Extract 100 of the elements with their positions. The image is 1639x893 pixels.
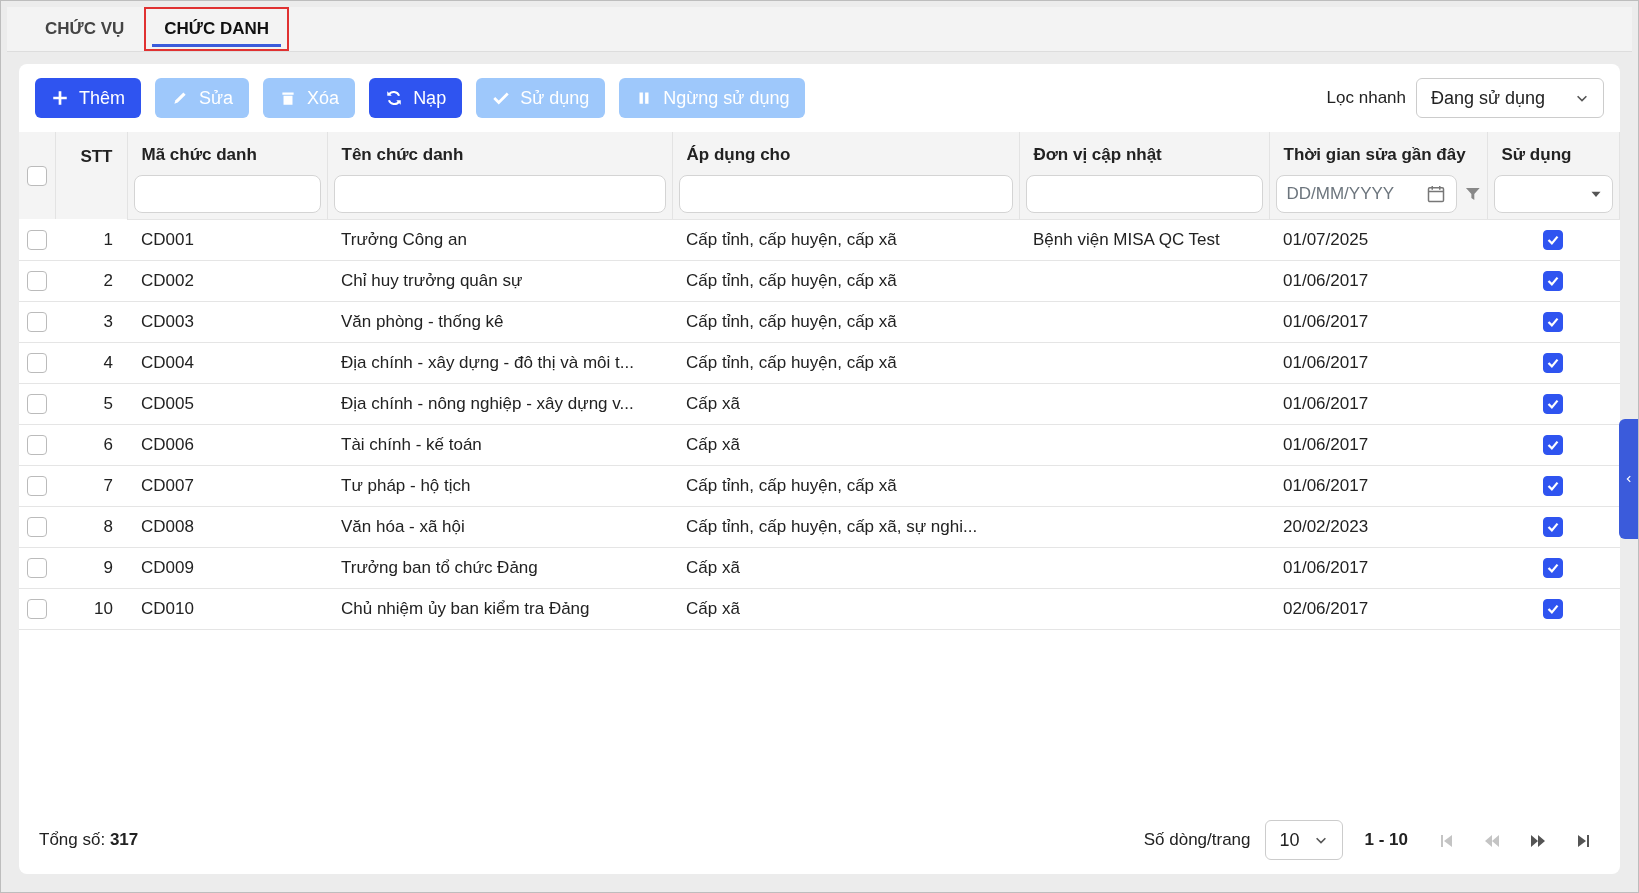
table-cell: 6 bbox=[55, 424, 127, 465]
row-checkbox[interactable] bbox=[27, 435, 47, 456]
column-header: Đơn vị cập nhật bbox=[1019, 132, 1269, 172]
filter-label: Lọc nhanh bbox=[1326, 87, 1406, 110]
table-cell: CD001 bbox=[141, 229, 194, 249]
filter-field[interactable] bbox=[333, 174, 666, 213]
refresh-icon bbox=[385, 89, 404, 107]
table-cell: Trưởng ban tổ chức Đảng bbox=[341, 557, 538, 577]
table-cell: 01/06/2017 bbox=[1283, 270, 1369, 290]
quick-filter-dropdown[interactable]: Đang sử dụng bbox=[1416, 78, 1604, 118]
table-cell: Cấp tỉnh, cấp huyện, cấp xã, sự nghi... bbox=[686, 516, 978, 536]
table-cell: Cấp xã bbox=[686, 557, 740, 577]
table-cell: Trưởng Công an bbox=[341, 229, 467, 249]
in-use-checkbox[interactable] bbox=[1543, 476, 1564, 497]
table-cell: Cấp tỉnh, cấp huyện, cấp xã bbox=[686, 270, 897, 290]
table-cell: Cấp tỉnh, cấp huyện, cấp xã bbox=[686, 475, 897, 495]
filter-field[interactable] bbox=[1025, 174, 1263, 213]
table-cell: Cấp xã bbox=[686, 434, 740, 454]
table-cell: 01/06/2017 bbox=[1283, 557, 1369, 577]
add-button[interactable]: Thêm bbox=[35, 78, 141, 118]
status-filter-dropdown[interactable] bbox=[1493, 174, 1613, 213]
in-use-checkbox[interactable] bbox=[1543, 394, 1564, 415]
column-header: Mã chức danh bbox=[127, 132, 327, 172]
table-cell: Cấp xã bbox=[686, 393, 740, 413]
in-use-checkbox[interactable] bbox=[1543, 312, 1564, 333]
tab[interactable]: CHỨC DANH bbox=[144, 7, 290, 51]
table-cell: 01/06/2017 bbox=[1283, 393, 1369, 413]
table-cell: 01/06/2017 bbox=[1283, 311, 1369, 331]
table-cell: CD002 bbox=[141, 270, 194, 290]
table-cell: 2 bbox=[55, 260, 127, 301]
table-cell: CD006 bbox=[141, 434, 194, 454]
table-cell: 20/02/2023 bbox=[1283, 516, 1369, 536]
reload-button[interactable]: Nạp bbox=[369, 78, 463, 118]
total-count: Tổng số: 317 bbox=[39, 829, 139, 852]
in-use-checkbox[interactable] bbox=[1543, 271, 1564, 292]
table-cell: 3 bbox=[55, 301, 127, 342]
column-header: Thời gian sửa gần đây bbox=[1269, 132, 1487, 172]
table-cell: Cấp xã bbox=[686, 598, 740, 618]
table-cell: Văn phòng - thống kê bbox=[341, 311, 504, 331]
row-checkbox[interactable] bbox=[27, 517, 47, 538]
table-cell: CD009 bbox=[141, 557, 194, 577]
table-cell: 1 bbox=[55, 219, 127, 260]
table-cell: CD007 bbox=[141, 475, 194, 495]
column-header: Tên chức danh bbox=[327, 132, 672, 172]
table-cell: 02/06/2017 bbox=[1283, 598, 1369, 618]
table-cell: Tư pháp - hộ tịch bbox=[341, 475, 471, 495]
in-use-checkbox[interactable] bbox=[1543, 353, 1564, 374]
table-cell: 5 bbox=[55, 383, 127, 424]
in-use-checkbox[interactable] bbox=[1543, 517, 1564, 538]
table-cell: Cấp tỉnh, cấp huyện, cấp xã bbox=[686, 229, 897, 249]
table-cell: Chỉ huy trưởng quân sự bbox=[341, 270, 523, 290]
table-cell: 01/06/2017 bbox=[1283, 475, 1369, 495]
in-use-checkbox[interactable] bbox=[1543, 558, 1564, 579]
row-checkbox[interactable] bbox=[27, 353, 47, 374]
skip-end-icon bbox=[1576, 832, 1592, 849]
table-cell: 01/07/2025 bbox=[1283, 229, 1369, 249]
table-cell: CD008 bbox=[141, 516, 194, 536]
table-cell: 8 bbox=[55, 506, 127, 547]
in-use-checkbox[interactable] bbox=[1543, 230, 1564, 251]
table-cell: Địa chính - xây dựng - đô thị và môi t... bbox=[341, 352, 634, 372]
table-cell: 01/06/2017 bbox=[1283, 352, 1369, 372]
page-range: 1 - 10 bbox=[1364, 829, 1408, 852]
table-cell: 01/06/2017 bbox=[1283, 434, 1369, 454]
row-checkbox[interactable] bbox=[27, 271, 47, 292]
table-cell: Chủ nhiệm ủy ban kiểm tra Đảng bbox=[341, 598, 590, 618]
skip-start-icon bbox=[1438, 832, 1454, 849]
column-header: Sử dụng bbox=[1487, 132, 1620, 172]
column-header: Áp dụng cho bbox=[672, 132, 1019, 172]
row-checkbox[interactable] bbox=[27, 394, 47, 415]
table-cell: 4 bbox=[55, 342, 127, 383]
filter-field[interactable] bbox=[678, 174, 1013, 213]
table-cell: Tài chính - kế toán bbox=[341, 434, 482, 454]
tab[interactable]: CHỨC VỤ bbox=[25, 7, 145, 51]
row-checkbox[interactable] bbox=[27, 230, 47, 250]
table-cell: 9 bbox=[55, 547, 127, 588]
row-checkbox[interactable] bbox=[27, 476, 47, 497]
table-cell: Văn hóa - xã hội bbox=[341, 516, 465, 536]
table-cell: Bệnh viện MISA QC Test bbox=[1033, 229, 1220, 249]
in-use-checkbox[interactable] bbox=[1543, 435, 1564, 456]
date-filter-field[interactable]: DD/MM/YYYY bbox=[1275, 174, 1457, 213]
column-header: STT bbox=[55, 132, 127, 219]
page-size-dropdown[interactable]: 10 bbox=[1264, 820, 1343, 860]
select-all-checkbox[interactable] bbox=[27, 166, 47, 187]
row-checkbox[interactable] bbox=[27, 312, 47, 333]
table-cell: CD004 bbox=[141, 352, 194, 372]
side-panel-toggle[interactable] bbox=[1619, 419, 1638, 539]
table-cell: CD005 bbox=[141, 393, 194, 413]
filter-field[interactable] bbox=[133, 174, 321, 213]
table-cell: Cấp tỉnh, cấp huyện, cấp xã bbox=[686, 352, 897, 372]
table-cell: CD010 bbox=[141, 598, 194, 618]
in-use-checkbox[interactable] bbox=[1543, 599, 1564, 620]
table-cell: 7 bbox=[55, 465, 127, 506]
row-checkbox[interactable] bbox=[27, 599, 47, 620]
pencil-icon bbox=[171, 89, 189, 107]
table-cell: Địa chính - nông nghiệp - xây dựng v... bbox=[341, 393, 634, 413]
page-size-label: Số dòng/trang bbox=[1143, 829, 1251, 852]
row-checkbox[interactable] bbox=[27, 558, 47, 579]
table-cell: CD003 bbox=[141, 311, 194, 331]
calendar-icon bbox=[1425, 183, 1446, 204]
fast-forward-icon bbox=[1530, 832, 1546, 849]
